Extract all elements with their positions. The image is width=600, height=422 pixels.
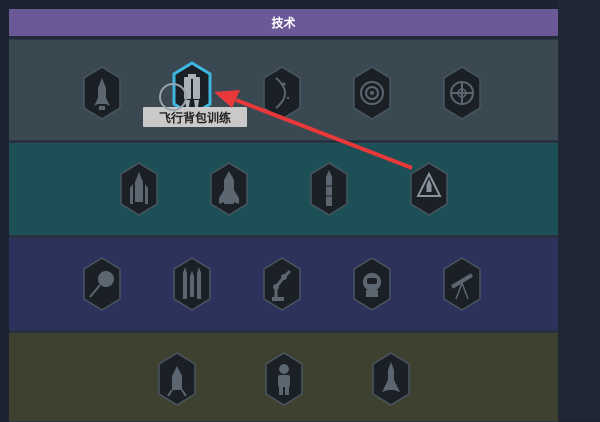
rocket-icon bbox=[83, 66, 121, 120]
telescope-icon bbox=[443, 257, 481, 311]
tech-node-telescope[interactable] bbox=[442, 257, 482, 311]
window-edge bbox=[558, 0, 600, 420]
landing-capsule-icon bbox=[158, 352, 196, 406]
tech-node-spaceship[interactable] bbox=[371, 352, 411, 406]
tech-node-missile-pair[interactable] bbox=[172, 257, 212, 311]
tech-tooltip: 飞行背包训练 bbox=[143, 107, 247, 127]
tech-node-robotic-arm[interactable] bbox=[262, 257, 302, 311]
reactor-icon bbox=[353, 66, 391, 120]
tech-node-rocket[interactable] bbox=[82, 66, 122, 120]
rocket-badge-icon bbox=[410, 162, 448, 216]
tech-node-rocket-launch[interactable] bbox=[119, 162, 159, 216]
tech-tier-3 bbox=[9, 237, 558, 331]
spaceship-icon bbox=[372, 352, 410, 406]
tech-node-rocket-badge[interactable] bbox=[409, 162, 449, 216]
tech-tier-2 bbox=[9, 142, 558, 236]
panel-title: 技术 bbox=[9, 9, 558, 36]
tech-node-booster[interactable] bbox=[209, 162, 249, 216]
tech-node-satellite-dish[interactable] bbox=[82, 257, 122, 311]
astronaut-helmet-icon bbox=[353, 257, 391, 311]
robotic-arm-icon bbox=[263, 257, 301, 311]
missile-pair-icon bbox=[173, 257, 211, 311]
astronaut-icon bbox=[265, 352, 303, 406]
tech-tier-1 bbox=[9, 39, 558, 141]
tech-node-landing-capsule[interactable] bbox=[157, 352, 197, 406]
tech-node-targeting[interactable] bbox=[442, 66, 482, 120]
orbit-icon bbox=[263, 66, 301, 120]
booster-icon bbox=[210, 162, 248, 216]
tall-rocket-icon bbox=[310, 162, 348, 216]
tech-node-astronaut-helmet[interactable] bbox=[352, 257, 392, 311]
tech-node-astronaut[interactable] bbox=[264, 352, 304, 406]
tech-node-orbit[interactable] bbox=[262, 66, 302, 120]
tech-node-reactor[interactable] bbox=[352, 66, 392, 120]
tech-tier-4 bbox=[9, 332, 558, 422]
targeting-icon bbox=[443, 66, 481, 120]
satellite-dish-icon bbox=[83, 257, 121, 311]
rocket-launch-icon bbox=[120, 162, 158, 216]
tech-node-tall-rocket[interactable] bbox=[309, 162, 349, 216]
tech-tree-panel: 技术 bbox=[9, 9, 558, 422]
